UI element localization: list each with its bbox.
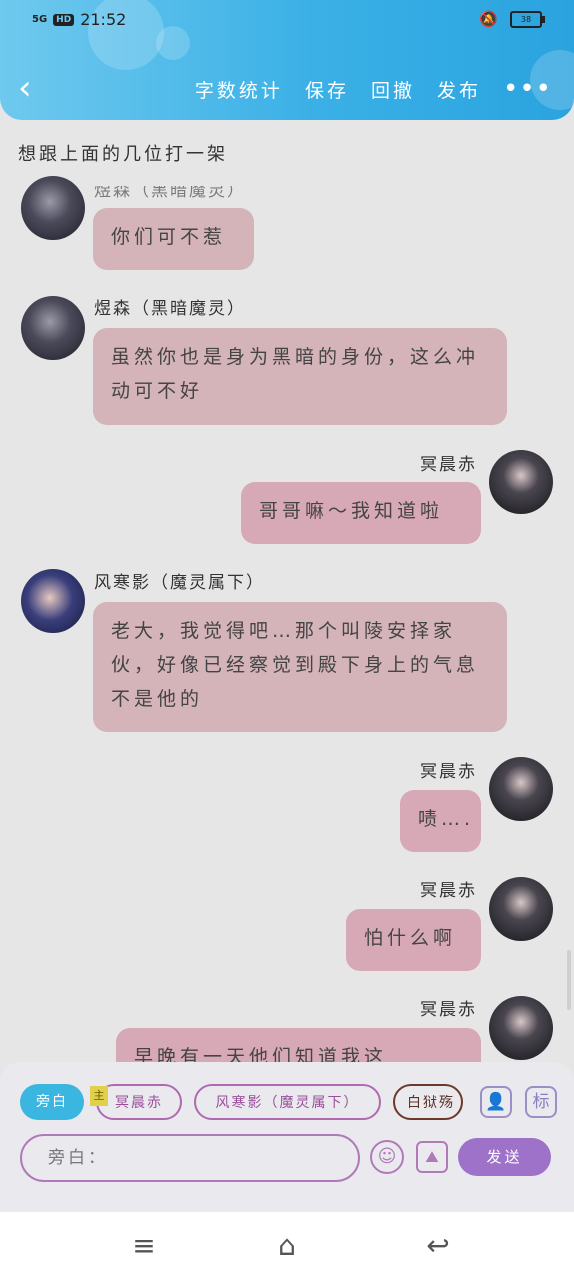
send-button[interactable]: 发送: [458, 1138, 551, 1176]
sender-name: 煜森（黑暗魔灵）: [94, 181, 246, 201]
mute-bell-icon: 🔕: [479, 10, 498, 28]
clock: 21:52: [80, 10, 127, 29]
tag-button[interactable]: 标: [525, 1086, 557, 1118]
person-icon[interactable]: 👤: [480, 1086, 512, 1118]
back-button[interactable]: ‹: [18, 70, 48, 106]
sender-name: 冥晨赤: [420, 762, 477, 782]
avatar[interactable]: [489, 450, 553, 514]
message-bubble[interactable]: 怕什么啊: [346, 909, 481, 971]
chat-topic: 想跟上面的几位打一架: [18, 144, 228, 165]
save-button[interactable]: 保存: [305, 76, 349, 103]
role-chip[interactable]: 白狱殇: [393, 1084, 463, 1120]
menu-icon[interactable]: ≡: [124, 1230, 164, 1262]
sender-name: 风寒影（魔灵属下）: [94, 573, 265, 593]
message-input[interactable]: 旁白：: [20, 1134, 360, 1182]
home-icon[interactable]: ⌂: [267, 1230, 307, 1262]
avatar[interactable]: [21, 176, 85, 240]
sender-name: 冥晨赤: [420, 881, 477, 901]
sender-name: 冥晨赤: [420, 1000, 477, 1020]
battery-icon: 38: [510, 10, 545, 28]
role-chip[interactable]: 风寒影（魔灵属下）: [194, 1084, 381, 1120]
avatar[interactable]: [489, 877, 553, 941]
hd-badge: HD: [53, 13, 75, 26]
message-bubble[interactable]: 哥哥嘛～我知道啦: [241, 482, 481, 544]
system-nav-bar: ≡ ⌂ ↩: [0, 1212, 574, 1280]
avatar[interactable]: [489, 757, 553, 821]
message-bubble[interactable]: 你们可不惹: [93, 208, 254, 270]
app-header: 5G HD 21:52 🔕 38 ‹ 字数统计 保存 回撤 发布 •••: [0, 0, 574, 120]
status-bar: 5G HD 21:52 🔕 38: [0, 0, 574, 40]
return-icon[interactable]: ↩: [418, 1230, 458, 1262]
word-count-button[interactable]: 字数统计: [195, 76, 283, 103]
sender-name: 冥晨赤: [420, 455, 477, 475]
chevron-left-icon: ‹: [18, 68, 32, 108]
message-bubble[interactable]: 虽然你也是身为黑暗的身份，这么冲动可不好: [93, 328, 507, 425]
avatar[interactable]: [21, 569, 85, 633]
main-role-badge: 主: [90, 1086, 108, 1106]
more-dots-icon[interactable]: •••: [503, 74, 552, 104]
image-icon[interactable]: ⛰: [416, 1141, 448, 1173]
role-chip[interactable]: 冥晨赤: [96, 1084, 182, 1120]
avatar[interactable]: [21, 296, 85, 360]
aside-role-chip[interactable]: 旁白: [20, 1084, 84, 1120]
network-indicator: 5G: [32, 13, 48, 25]
message-bubble[interactable]: 老大，我觉得吧…那个叫陵安择家伙，好像已经察觉到殿下身上的气息不是他的: [93, 602, 507, 732]
header-actions: 字数统计 保存 回撤 发布 •••: [195, 74, 552, 104]
avatar[interactable]: [489, 996, 553, 1060]
sender-name: 煜森（黑暗魔灵）: [94, 299, 246, 319]
message-bubble[interactable]: 啧….: [400, 790, 481, 852]
publish-button[interactable]: 发布: [437, 76, 481, 103]
scrollbar[interactable]: [567, 950, 571, 1010]
smiley-icon[interactable]: ☺: [370, 1140, 404, 1174]
rollback-button[interactable]: 回撤: [371, 76, 415, 103]
